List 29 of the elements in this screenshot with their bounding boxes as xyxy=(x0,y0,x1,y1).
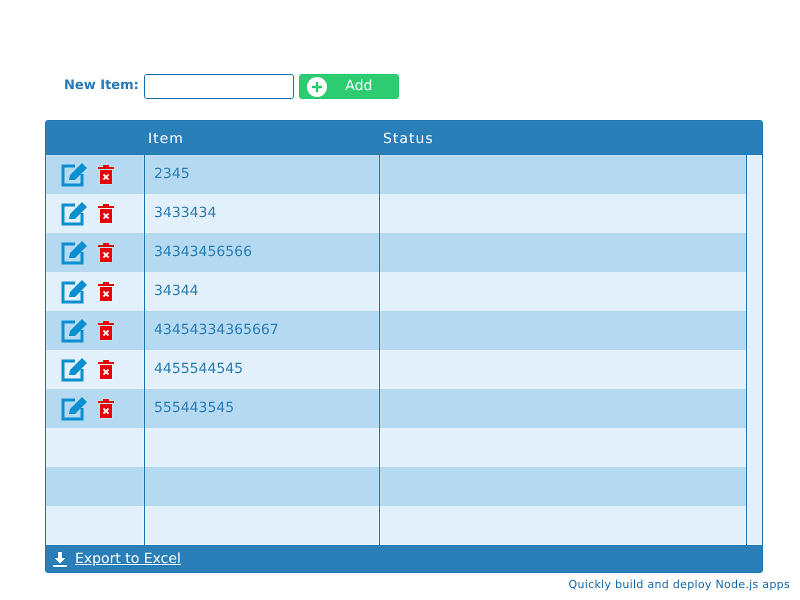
column-header: Item xyxy=(148,131,184,147)
item-text: 3433434 xyxy=(154,204,216,223)
input-field[interactable] xyxy=(144,74,294,99)
delete-icon[interactable] xyxy=(98,204,114,223)
download-icon xyxy=(53,552,67,566)
export-link[interactable]: Export to Excel xyxy=(75,548,181,570)
delete-icon[interactable] xyxy=(98,321,114,340)
edit-icon[interactable] xyxy=(60,280,88,304)
plus-icon xyxy=(306,76,327,96)
field-label: New Item: xyxy=(64,77,139,95)
delete-icon[interactable] xyxy=(98,243,114,262)
delete-icon[interactable] xyxy=(98,399,114,418)
column-header: Status xyxy=(383,131,434,147)
item-text: 43454334365667 xyxy=(154,321,279,340)
item-text: 34343456566 xyxy=(154,243,252,262)
delete-icon[interactable] xyxy=(98,282,114,301)
edit-icon[interactable] xyxy=(60,240,88,264)
delete-icon[interactable] xyxy=(98,165,114,184)
edit-icon[interactable] xyxy=(60,162,88,186)
item-text: 4455544545 xyxy=(154,360,244,379)
edit-icon[interactable] xyxy=(60,202,88,226)
item-text: 555443545 xyxy=(154,399,234,418)
item-text: 2345 xyxy=(154,165,190,184)
delete-icon[interactable] xyxy=(98,360,114,379)
footer-link[interactable]: Quickly build and deploy Node.js apps xyxy=(568,578,790,591)
edit-icon[interactable] xyxy=(60,358,88,382)
item-text: 34344 xyxy=(154,282,199,301)
edit-icon[interactable] xyxy=(60,318,88,342)
edit-icon[interactable] xyxy=(60,396,88,420)
